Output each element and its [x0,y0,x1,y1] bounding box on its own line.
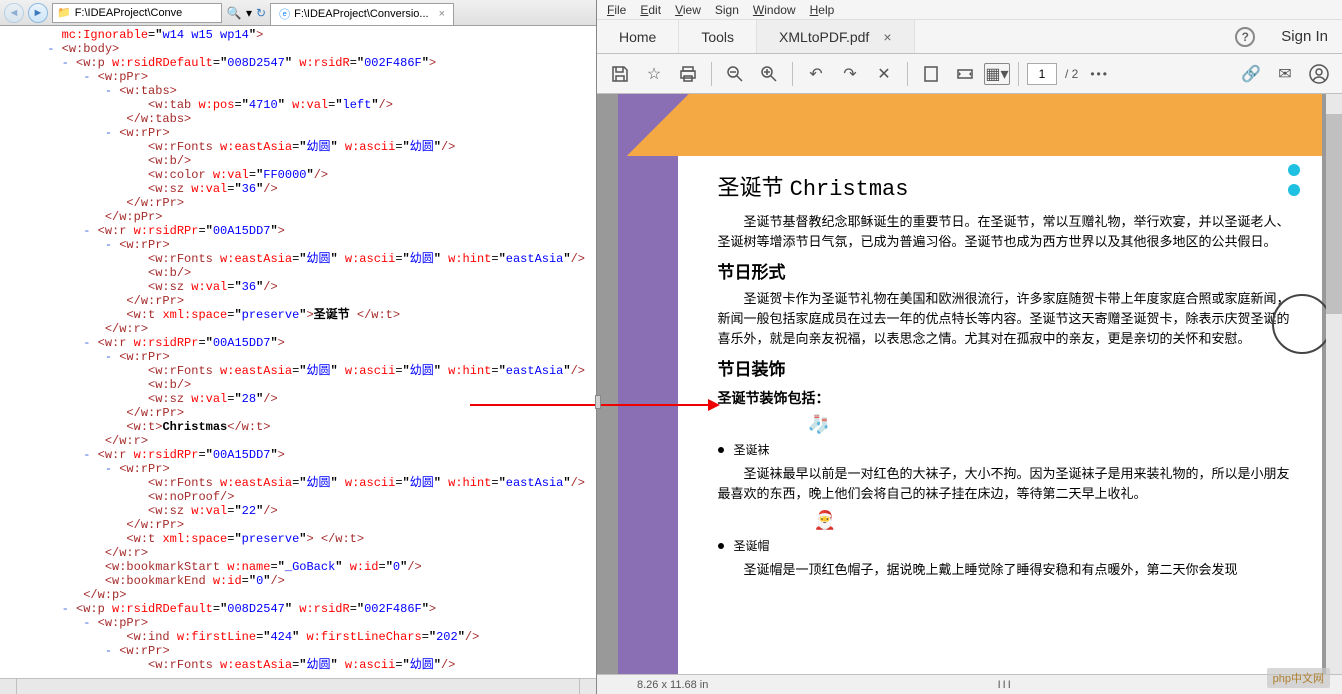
zoom-in-icon[interactable] [754,59,784,89]
xml-source-view[interactable]: mc:Ignorable="w14 w15 wp14"> - <w:body> … [0,26,596,678]
link-icon[interactable]: 🔗 [1236,59,1266,89]
bullet-item: 圣诞帽 [718,537,1292,554]
forward-button[interactable]: ► [28,3,48,23]
page-size-label: 8.26 x 11.68 in [637,679,708,691]
watermark: php中文网 [1267,668,1330,688]
decor-circle [1272,294,1332,354]
refresh-icon[interactable]: ↻ [256,6,266,20]
hat-icon: 🎅 [814,510,1292,531]
document-viewport: 圣诞节 Christmas 圣诞节基督教纪念耶稣诞生的重要节日。在圣诞节，常以互… [597,94,1342,694]
tab-close-icon[interactable]: × [439,8,445,20]
menu-window[interactable]: Window [753,3,796,17]
ie-address-bar: ◄ ► 📁 F:\IDEAProject\Conve 🔍 ▾ ↻ ⓔ F:\ID… [0,0,596,26]
page-header-band [618,94,1322,156]
email-icon[interactable]: ✉ [1270,59,1300,89]
acrobat-window: File Edit View Sign Window Help Home Too… [597,0,1342,694]
dropdown-icon[interactable]: ▾ [246,6,252,20]
status-bar: 8.26 x 11.68 in III [597,674,1342,694]
pdf-page[interactable]: 圣诞节 Christmas 圣诞节基督教纪念耶稣诞生的重要节日。在圣诞节，常以互… [618,94,1322,674]
sock-icon: 🧦 [808,414,1292,435]
menu-bar: File Edit View Sign Window Help [597,0,1342,20]
menu-file[interactable]: File [607,3,626,17]
doc-paragraph: 圣诞贺卡作为圣诞节礼物在美国和欧洲很流行，许多家庭随贺卡带上年度家庭合照或家庭新… [718,289,1292,349]
toolbar: ☆ ↶ ↷ ✕ ▦▾ / 2 ••• 🔗 ✉ [597,54,1342,94]
doc-paragraph: 圣诞帽是一顶红色帽子，据说晚上戴上睡觉除了睡得安稳和有点暖外，第二天你会发现 [718,560,1292,580]
fit-page-icon[interactable] [916,59,946,89]
document-tabs: Home Tools XMLtoPDF.pdf × ? Sign In [597,20,1342,54]
folder-icon: 📁 [57,6,71,19]
menu-sign[interactable]: Sign [715,3,739,17]
page-decoration [1288,164,1300,196]
annotation-arrow-head [708,399,720,411]
account-icon[interactable] [1304,59,1334,89]
star-icon[interactable]: ☆ [639,59,669,89]
search-icon[interactable]: 🔍 [226,6,242,20]
doc-subheading: 圣诞节装饰包括： [718,388,1292,408]
rotate-icon[interactable]: ✕ [869,59,899,89]
undo-icon[interactable]: ↶ [801,59,831,89]
more-icon[interactable]: ••• [1086,67,1113,81]
tab-close-icon[interactable]: × [883,29,891,45]
selection-icon[interactable]: ▦▾ [984,63,1010,85]
fit-width-icon[interactable] [950,59,980,89]
address-text: F:\IDEAProject\Conve [75,7,183,19]
bullet-item: 圣诞袜 [718,441,1292,458]
tab-title: F:\IDEAProject\Conversio... [294,8,429,20]
annotation-arrow [470,404,710,406]
sign-in-button[interactable]: Sign In [1267,28,1342,45]
browser-tab[interactable]: ⓔ F:\IDEAProject\Conversio... × [270,3,454,25]
doc-heading: 节日形式 [718,258,1292,283]
ie-icon: ⓔ [279,6,290,22]
help-button[interactable]: ? [1235,27,1255,47]
tab-file[interactable]: XMLtoPDF.pdf × [757,20,914,53]
menu-view[interactable]: View [675,3,701,17]
page-content: 圣诞节 Christmas 圣诞节基督教纪念耶稣诞生的重要节日。在圣诞节，常以互… [618,156,1322,596]
menu-edit[interactable]: Edit [640,3,661,17]
doc-paragraph: 圣诞节基督教纪念耶稣诞生的重要节日。在圣诞节，常以互赠礼物，举行欢宴，并以圣诞老… [718,212,1292,252]
splitter-handle[interactable] [595,395,601,409]
redo-icon[interactable]: ↷ [835,59,865,89]
save-icon[interactable] [605,59,635,89]
doc-paragraph: 圣诞袜最早以前是一对红色的大袜子，大小不拘。因为圣诞袜子是用来装礼物的，所以是小… [718,464,1292,504]
ie-window: ◄ ► 📁 F:\IDEAProject\Conve 🔍 ▾ ↻ ⓔ F:\ID… [0,0,597,694]
address-field[interactable]: 📁 F:\IDEAProject\Conve [52,3,222,23]
menu-help[interactable]: Help [810,3,835,17]
page-total-label: / 2 [1061,67,1082,81]
zoom-out-icon[interactable] [720,59,750,89]
back-button[interactable]: ◄ [4,3,24,23]
tab-home[interactable]: Home [597,20,679,53]
doc-title: 圣诞节 Christmas [718,170,1292,202]
print-icon[interactable] [673,59,703,89]
horizontal-scrollbar[interactable] [0,678,596,694]
page-side-band [618,156,678,674]
vertical-scrollbar[interactable] [1326,94,1342,674]
tab-tools[interactable]: Tools [679,20,757,53]
tab-file-label: XMLtoPDF.pdf [779,29,869,45]
page-number-input[interactable] [1027,63,1057,85]
doc-heading: 节日装饰 [718,355,1292,380]
status-mid: III [998,679,1013,691]
